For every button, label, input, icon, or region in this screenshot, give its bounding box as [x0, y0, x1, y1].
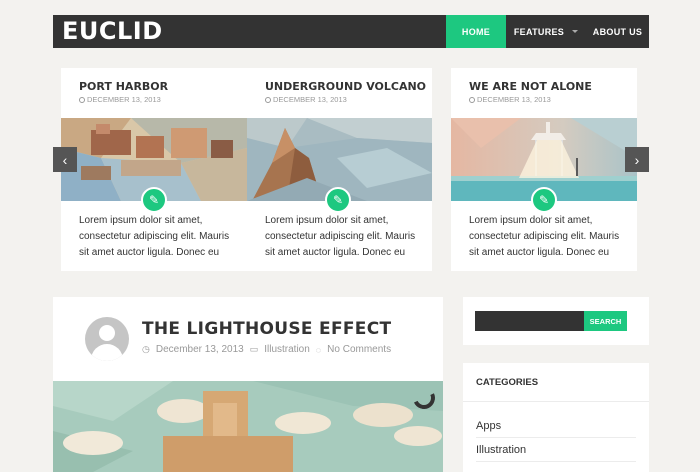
nav-about-us[interactable]: ABOUT US [586, 15, 649, 48]
excerpt-line: consectetur adipiscing elit. Mauris [265, 231, 416, 242]
chevron-right-icon: › [634, 151, 640, 168]
search-input[interactable] [475, 311, 584, 331]
search-button[interactable]: SEARCH [584, 311, 627, 331]
nav-about-label: ABOUT US [592, 26, 643, 37]
excerpt-line: consectetur adipiscing elit. Mauris [79, 231, 230, 242]
search-widget: SEARCH [463, 297, 649, 345]
excerpt-line: sit amet auctor ligula. Donec eu [265, 247, 406, 258]
avatar-body-shape [91, 344, 123, 361]
clock-icon: ◷ [142, 344, 150, 354]
post-meta: ◷ December 13, 2013 ▭ Illustration ◌ No … [142, 344, 391, 355]
nav-home-label: HOME [461, 26, 491, 37]
slider-next-button[interactable]: › [625, 147, 649, 172]
widget-title: CATEGORIES [476, 377, 539, 388]
slider-card-group: PORT HARBOR DECEMBER 13, 2013 ✎ Lorem ip… [61, 68, 432, 271]
slider-post-date-text: DECEMBER 13, 2013 [477, 95, 551, 104]
excerpt-line: Lorem ipsum dolor sit amet, [469, 215, 593, 226]
category-link[interactable]: Apps [476, 414, 636, 438]
slider-post-date-text: DECEMBER 13, 2013 [87, 95, 161, 104]
chevron-down-icon [572, 30, 579, 33]
excerpt-line: Lorem ipsum dolor sit amet, [265, 215, 389, 226]
avatar-head-shape [99, 325, 115, 341]
slider-post-excerpt: Lorem ipsum dolor sit amet, consectetur … [265, 213, 415, 261]
excerpt-line: sit amet auctor ligula. Donec eu [469, 247, 610, 258]
pencil-icon: ✎ [325, 187, 351, 213]
post-date: December 13, 2013 [155, 344, 244, 355]
avatar[interactable] [85, 317, 129, 361]
slider-post-excerpt: Lorem ipsum dolor sit amet, consectetur … [469, 213, 619, 261]
divider [463, 401, 649, 402]
slider-post-date: DECEMBER 13, 2013 [79, 95, 161, 104]
chevron-left-icon: ‹ [62, 151, 68, 168]
excerpt-line: Lorem ipsum dolor sit amet, [79, 215, 203, 226]
nav-features-label: FEATURES [513, 26, 565, 37]
post-featured-image[interactable] [53, 381, 443, 472]
main-nav: HOME FEATURES ABOUT US [446, 15, 649, 48]
slider-prev-button[interactable]: ‹ [53, 147, 77, 172]
slider-post-date-text: DECEMBER 13, 2013 [273, 95, 347, 104]
slider-card: WE ARE NOT ALONE DECEMBER 13, 2013 ✎ Lor… [451, 68, 637, 271]
post-title[interactable]: THE LIGHTHOUSE EFFECT [142, 319, 391, 339]
excerpt-line: consectetur adipiscing elit. Mauris [469, 231, 620, 242]
categories-widget: CATEGORIES Apps Illustration [463, 363, 649, 472]
nav-features[interactable]: FEATURES [506, 15, 586, 48]
slider-post-date: DECEMBER 13, 2013 [469, 95, 551, 104]
nav-home[interactable]: HOME [446, 15, 506, 48]
slider-post-title[interactable]: UNDERGROUND VOLCANO [265, 80, 426, 93]
slider-post-title[interactable]: PORT HARBOR [79, 80, 168, 93]
folder-icon: ▭ [249, 344, 259, 354]
site-header: EUCLID HOME FEATURES ABOUT US [53, 15, 649, 48]
post-comments[interactable]: No Comments [327, 344, 391, 355]
pencil-icon: ✎ [531, 187, 557, 213]
post-category[interactable]: Illustration [264, 344, 310, 355]
slider-post-date: DECEMBER 13, 2013 [265, 95, 347, 104]
blog-post: THE LIGHTHOUSE EFFECT ◷ December 13, 201… [53, 297, 443, 472]
comment-icon: ◌ [315, 344, 322, 355]
clock-icon [79, 97, 85, 103]
clock-icon [469, 97, 475, 103]
slider-post-excerpt: Lorem ipsum dolor sit amet, consectetur … [79, 213, 229, 261]
site-logo[interactable]: EUCLID [62, 17, 163, 45]
pencil-icon: ✎ [141, 187, 167, 213]
category-link[interactable]: Illustration [476, 438, 636, 462]
excerpt-line: sit amet auctor ligula. Donec eu [79, 247, 220, 258]
clock-icon [265, 97, 271, 103]
slider-post-title[interactable]: WE ARE NOT ALONE [469, 80, 592, 93]
